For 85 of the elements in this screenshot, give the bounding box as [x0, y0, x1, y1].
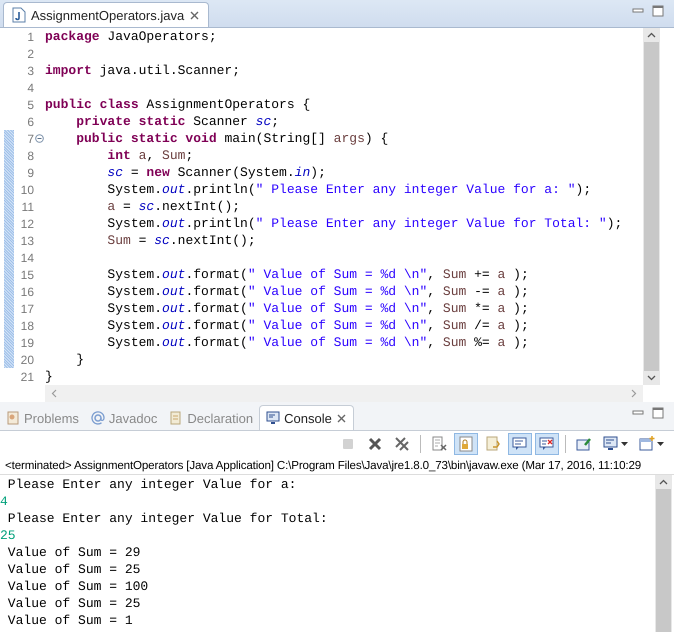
speech-bubble-icon [539, 436, 555, 452]
pin-icon [576, 436, 592, 452]
maximize-icon[interactable] [652, 407, 664, 419]
warning-list-icon [6, 411, 20, 425]
line-number: 3 [26, 64, 34, 78]
line-number: 4 [26, 80, 34, 94]
document-icon [169, 411, 184, 425]
close-icon[interactable] [336, 412, 347, 424]
line-number: 1 [26, 30, 34, 44]
code-line: public static void main(String[] args) { [75, 131, 388, 146]
editor-tab[interactable]: AssignmentOperators.java [3, 2, 210, 27]
caret-icon [621, 442, 628, 446]
panel-tab[interactable]: Declaration [163, 406, 260, 430]
line-number: 19 [20, 336, 34, 350]
code-line: sc = new Scanner(System.in); [106, 165, 326, 180]
x-icon [367, 436, 383, 452]
panel-tab[interactable]: Problems [0, 406, 85, 430]
line-number: 5 [26, 98, 34, 112]
panel-tab[interactable]: Console [259, 405, 354, 430]
maximize-icon[interactable] [652, 4, 664, 16]
code-line: import java.util.Scanner; [45, 63, 240, 78]
code-line: private static Scanner sc; [75, 114, 280, 129]
monitor-icon [603, 436, 619, 452]
code-line: } [75, 352, 84, 367]
double-x-icon [394, 436, 410, 452]
stop-icon [340, 436, 356, 452]
console-line: 25 [0, 527, 17, 544]
caret-icon [657, 442, 664, 446]
scroll-up-icon[interactable] [659, 479, 668, 485]
at-sign-icon [90, 411, 105, 425]
toolbar-button[interactable] [508, 433, 532, 455]
java-file-icon [12, 7, 26, 23]
line-number: 16 [20, 284, 34, 298]
line-number: 17 [20, 302, 34, 316]
line-number: 9 [26, 166, 34, 180]
toolbar-button[interactable] [535, 433, 559, 455]
code-line: System.out.println(" Please Enter any integer Value for Total: "); [106, 216, 622, 231]
console-line: Value of Sum = 1 [6, 612, 134, 629]
code-line: System.out.format(" Value of Sum = %d \n", Sum += a ); [106, 267, 529, 282]
scroll-up-icon[interactable] [647, 32, 656, 38]
line-number: 18 [20, 318, 34, 332]
line-number: 12 [20, 216, 34, 230]
code-line: package JavaOperators; [45, 29, 217, 44]
scroll-down-icon[interactable] [647, 375, 656, 381]
line-number: 11 [20, 200, 34, 214]
line-number: 13 [20, 234, 34, 248]
close-icon[interactable] [189, 10, 200, 20]
monitor-icon [266, 411, 280, 425]
line-number: 8 [26, 148, 34, 162]
panel-tab[interactable]: Javadoc [84, 406, 164, 430]
page-eraser-icon [431, 436, 447, 452]
console-status: <terminated> AssignmentOperators [Java Application] C:\Program Files\Java\jre1.8.0_73\bin\javaw.exe (Mar 17, 2016, 11:10:29 [0, 457, 674, 475]
console-line: Value of Sum = 29 [6, 544, 142, 561]
code-line: a = sc.nextInt(); [106, 199, 240, 214]
line-number: 14 [20, 250, 34, 264]
code-line: public class AssignmentOperators { [45, 97, 310, 112]
line-number: 7 [26, 132, 34, 146]
console-line: Value of Sum = 100 [6, 578, 150, 595]
line-number: 2 [26, 46, 34, 60]
code-line: System.out.format(" Value of Sum = %d \n", Sum %= a ); [106, 335, 529, 350]
speech-bubble-icon [512, 436, 528, 452]
code-line: System.out.format(" Value of Sum = %d \n", Sum *= a ); [106, 301, 529, 316]
console-line: Please Enter any integer Value for a: [6, 476, 298, 493]
code-line: int a, Sum; [106, 148, 194, 163]
vertical-scrollbar[interactable] [643, 28, 660, 385]
line-number: 10 [20, 182, 34, 196]
code-line: System.out.format(" Value of Sum = %d \n", Sum -= a ); [106, 284, 529, 299]
vertical-scrollbar[interactable] [655, 475, 672, 632]
line-number: 20 [20, 352, 34, 366]
line-number: 15 [20, 268, 34, 282]
code-line: System.out.println(" Please Enter any integer Value for a: "); [106, 182, 592, 197]
code-line: Sum = sc.nextInt(); [106, 233, 256, 248]
console-line: Please Enter any integer Value for Total: [6, 510, 329, 527]
line-number: 21 [20, 370, 34, 384]
code-line: } [45, 369, 53, 384]
console-line: 4 [0, 493, 9, 510]
window-plus-icon [639, 436, 655, 452]
collapse-icon[interactable] [35, 134, 44, 143]
code-line: System.out.format(" Value of Sum = %d \n", Sum /= a ); [106, 318, 529, 333]
line-number: 6 [26, 114, 34, 128]
console-line: Value of Sum = 25 [6, 595, 142, 612]
lock-icon [458, 436, 474, 452]
console-line: Value of Sum = 25 [6, 561, 142, 578]
toolbar-button[interactable] [454, 433, 478, 455]
page-arrow-icon [485, 436, 501, 452]
